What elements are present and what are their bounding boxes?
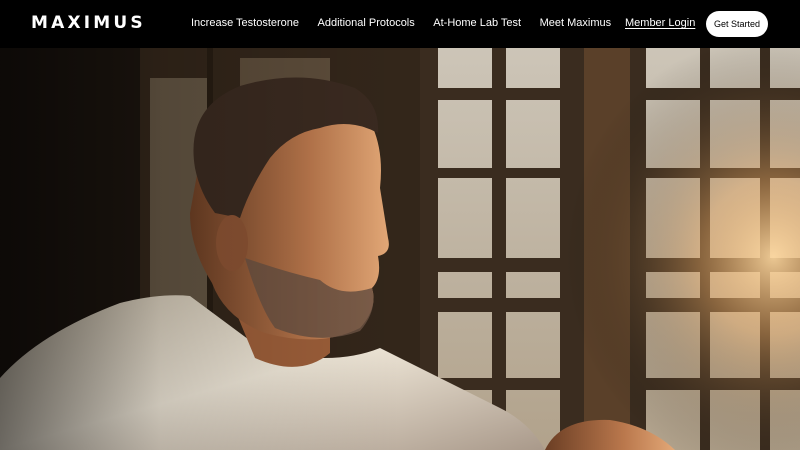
nav-link-at-home-lab-test[interactable]: At-Home Lab Test [433, 17, 521, 29]
nav-link-increase-testosterone[interactable]: Increase Testosterone [191, 17, 299, 29]
hero-image [0, 48, 800, 450]
primary-nav: Increase Testosterone Additional Protoco… [191, 17, 630, 29]
member-login-link[interactable]: Member Login [625, 17, 695, 29]
top-navigation-bar: MAXIMUS Increase Testosterone Additional… [0, 0, 800, 48]
get-started-button[interactable]: Get Started [706, 11, 768, 37]
hero-photo-illustration [0, 48, 800, 450]
maximus-logo[interactable]: MAXIMUS [31, 13, 146, 33]
nav-link-meet-maximus[interactable]: Meet Maximus [540, 17, 612, 29]
nav-link-additional-protocols[interactable]: Additional Protocols [318, 17, 415, 29]
